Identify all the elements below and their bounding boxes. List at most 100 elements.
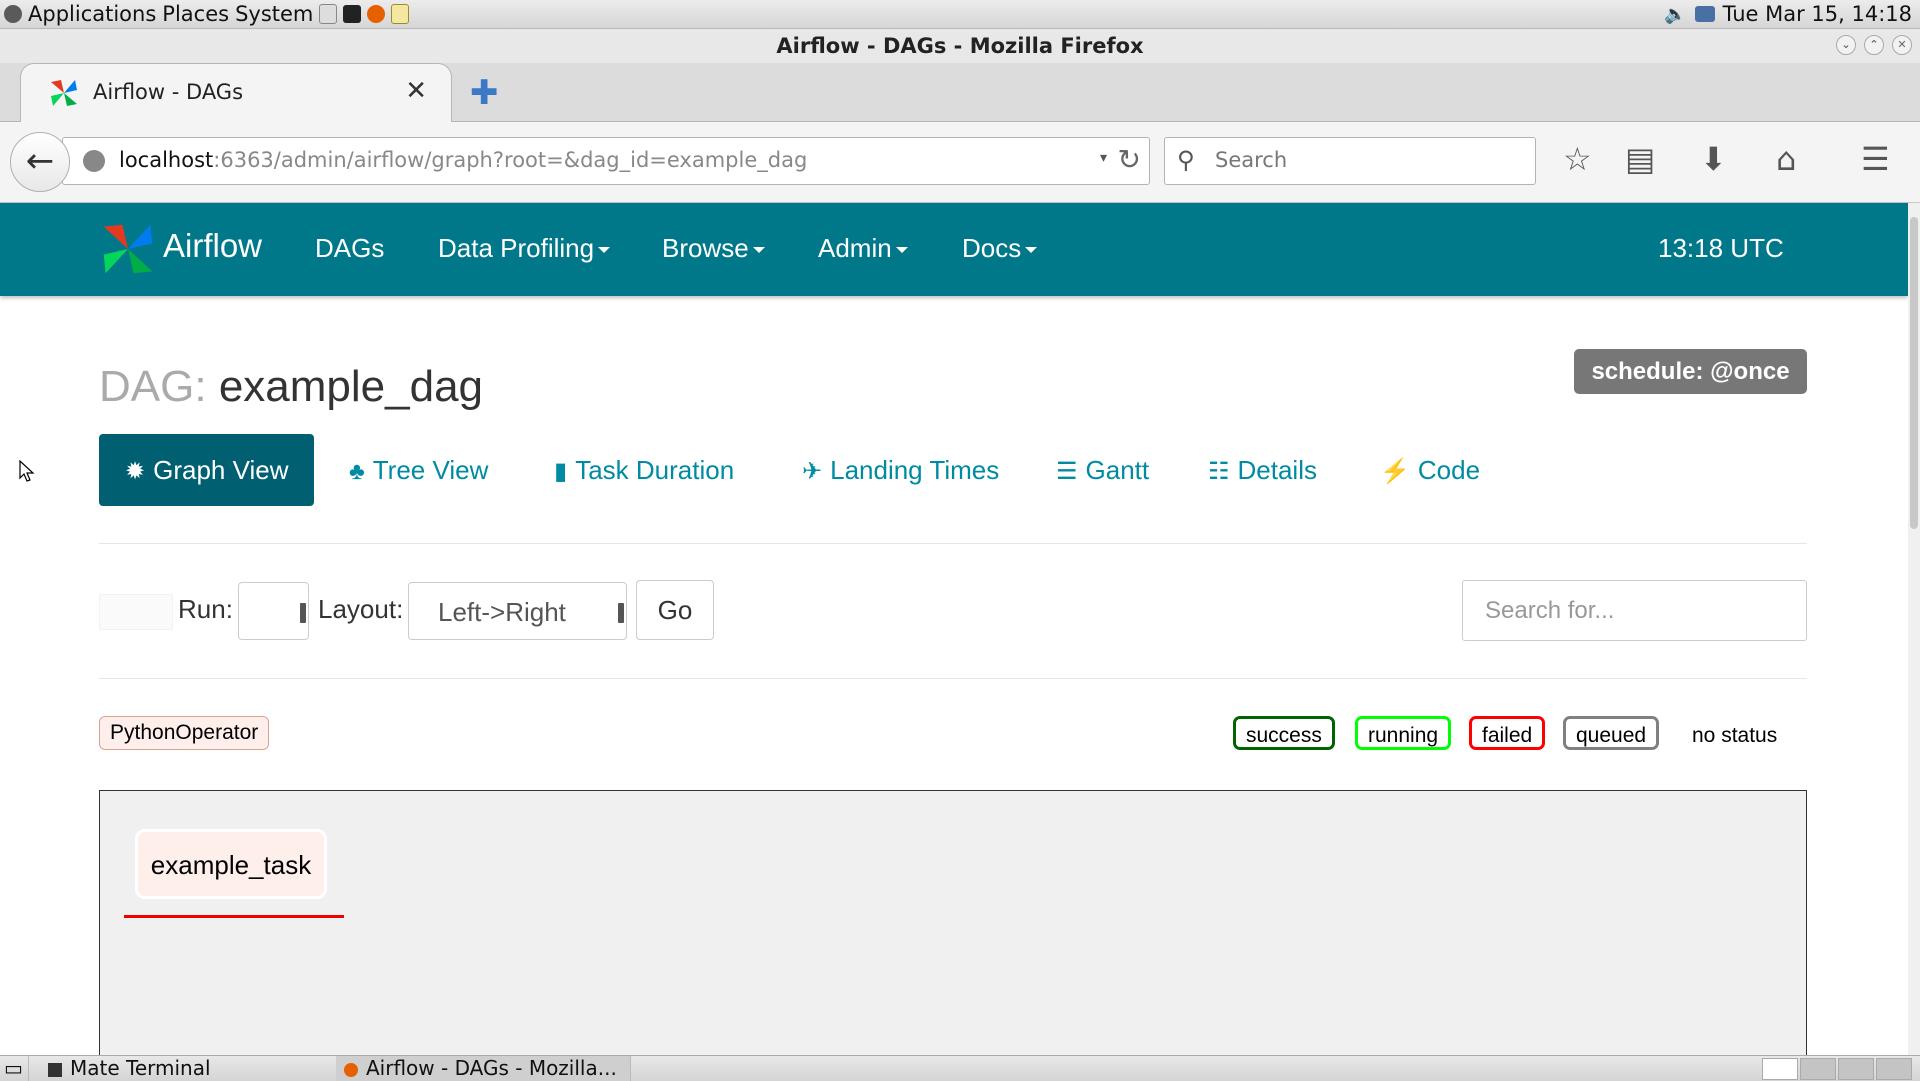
dag-name: example_dag <box>218 362 484 411</box>
maximize-button[interactable]: ⌃ <box>1864 35 1884 55</box>
taskbar-item-firefox[interactable]: Airflow - DAGs - Mozilla... <box>336 1056 631 1081</box>
dropdown-caret-icon <box>598 247 611 254</box>
taskbar-item-terminal[interactable]: Mate Terminal <box>40 1056 337 1081</box>
window-title: Airflow - DAGs - Mozilla Firefox <box>776 34 1144 58</box>
tab-strip: Airflow - DAGs ✕ ✚ <box>0 63 1920 122</box>
tab-code[interactable]: ⚡ Code <box>1380 434 1480 506</box>
window-titlebar: Airflow - DAGs - Mozilla Firefox ⌄ ⌃ ✕ <box>0 29 1920 63</box>
site-info-icon[interactable] <box>83 150 105 172</box>
tab-title: Airflow - DAGs <box>93 80 244 104</box>
legend-running[interactable]: running <box>1355 716 1452 750</box>
divider <box>99 678 1807 679</box>
mate-logo-icon <box>4 5 22 23</box>
workspace-2[interactable] <box>1800 1058 1836 1080</box>
page-title: DAG: example_dag <box>99 362 483 412</box>
dropdown-caret-icon <box>895 247 908 254</box>
align-left-icon: ☰ <box>1056 458 1078 485</box>
task-node-example-task[interactable]: example_task <box>135 829 327 899</box>
legend-queued[interactable]: queued <box>1563 716 1660 750</box>
nav-browse[interactable]: Browse <box>662 233 765 264</box>
run-label: Run: <box>178 594 233 624</box>
layout-label: Layout: <box>318 594 404 624</box>
url-text[interactable]: localhost:6363/admin/airflow/graph?root=… <box>119 148 807 172</box>
bar-chart-icon: ▮ <box>554 458 568 485</box>
airflow-logo-icon[interactable] <box>100 221 156 277</box>
new-tab-icon[interactable]: ✚ <box>470 73 499 113</box>
bookmark-star-icon[interactable]: ☆ <box>1563 140 1592 178</box>
menu-system[interactable]: System <box>235 2 313 26</box>
execution-date-field[interactable] <box>99 594 173 630</box>
tab-details[interactable]: ☷ Details <box>1208 434 1317 506</box>
text-editor-launcher-icon[interactable] <box>319 4 338 24</box>
operator-tag-python: PythonOperator <box>99 716 270 750</box>
task-node-underline <box>124 915 344 918</box>
browser-search-input[interactable]: ⚲ Search <box>1164 137 1536 185</box>
downloads-icon[interactable]: ⬇ <box>1700 140 1727 178</box>
home-icon[interactable]: ⌂ <box>1776 140 1796 178</box>
search-icon: ⚲ <box>1177 146 1195 174</box>
menu-hamburger-icon[interactable]: ☰ <box>1861 140 1890 178</box>
tab-landing-times[interactable]: ✈ Landing Times <box>802 434 999 506</box>
airflow-favicon-icon <box>51 80 77 106</box>
workspace-1[interactable] <box>1762 1058 1798 1080</box>
tab-close-icon[interactable]: ✕ <box>405 76 427 106</box>
firefox-icon <box>344 1062 358 1077</box>
nav-admin[interactable]: Admin <box>818 233 908 264</box>
list-icon: ☷ <box>1208 458 1230 485</box>
menu-applications[interactable]: Applications <box>28 2 156 26</box>
volume-icon[interactable]: 🔈 <box>1664 4 1686 25</box>
dag-prefix: DAG: <box>99 362 207 411</box>
menu-places[interactable]: Places <box>162 2 229 26</box>
task-search-input[interactable]: Search for... <box>1462 580 1807 641</box>
tab-tree-view[interactable]: ♣ Tree View <box>349 434 488 506</box>
schedule-badge: schedule: @once <box>1574 349 1807 394</box>
tree-icon: ♣ <box>349 458 365 485</box>
reading-list-icon[interactable]: ▤ <box>1625 140 1655 178</box>
legend-success[interactable]: success <box>1233 716 1335 750</box>
dropdown-caret-icon <box>1025 247 1038 254</box>
nav-dags[interactable]: DAGs <box>315 233 384 264</box>
show-desktop-icon[interactable]: ▭ <box>0 1056 29 1081</box>
bottom-panel: ▭ Mate Terminal Airflow - DAGs - Mozilla… <box>0 1055 1920 1081</box>
select-arrow-icon <box>300 603 306 623</box>
run-select[interactable] <box>238 582 309 640</box>
minimize-button[interactable]: ⌄ <box>1836 35 1856 55</box>
notes-launcher-icon[interactable] <box>391 4 410 24</box>
scrollbar-thumb[interactable] <box>1910 217 1918 529</box>
workspace-4[interactable] <box>1876 1058 1912 1080</box>
close-window-button[interactable]: ✕ <box>1892 35 1912 55</box>
legend-no-status[interactable]: no status <box>1679 716 1791 750</box>
back-button[interactable]: ← <box>10 132 70 192</box>
utc-clock: 13:18 UTC <box>1658 233 1784 263</box>
url-bar[interactable]: localhost:6363/admin/airflow/graph?root=… <box>62 137 1150 185</box>
network-icon[interactable] <box>1694 6 1715 22</box>
dag-graph-canvas[interactable]: example_task <box>99 790 1807 1080</box>
browser-navbar: localhost:6363/admin/airflow/graph?root=… <box>0 122 1920 203</box>
terminal-icon <box>48 1062 62 1077</box>
reload-icon[interactable]: ↻ <box>1118 143 1141 176</box>
workspace-3[interactable] <box>1838 1058 1874 1080</box>
flash-icon: ⚡ <box>1380 458 1410 485</box>
url-dropdown-icon[interactable]: ▾ <box>1100 150 1107 166</box>
airflow-brand[interactable]: Airflow <box>163 227 262 265</box>
asterisk-icon: ✹ <box>125 458 146 485</box>
browser-search-placeholder: Search <box>1215 148 1288 172</box>
divider <box>99 543 1807 544</box>
legend-failed[interactable]: failed <box>1469 716 1546 750</box>
airflow-navbar: Airflow DAGs Data Profiling Browse Admin… <box>0 203 1908 296</box>
firefox-launcher-icon[interactable] <box>367 5 386 23</box>
system-clock[interactable]: Tue Mar 15, 14:18 <box>1723 2 1912 26</box>
nav-docs[interactable]: Docs <box>962 233 1038 264</box>
select-arrow-icon <box>618 603 624 623</box>
page-scrollbar[interactable] <box>1908 203 1920 1055</box>
terminal-launcher-icon[interactable] <box>343 5 362 23</box>
tab-gantt[interactable]: ☰ Gantt <box>1056 434 1149 506</box>
go-button[interactable]: Go <box>636 580 714 640</box>
browser-tab[interactable]: Airflow - DAGs ✕ <box>20 63 452 122</box>
dropdown-caret-icon <box>752 247 765 254</box>
layout-select[interactable]: Left->Right <box>408 582 627 640</box>
mouse-cursor-icon <box>19 460 35 482</box>
nav-data-profiling[interactable]: Data Profiling <box>438 233 611 264</box>
tab-task-duration[interactable]: ▮ Task Duration <box>554 434 734 506</box>
tab-graph-view[interactable]: ✹ Graph View <box>99 434 315 506</box>
